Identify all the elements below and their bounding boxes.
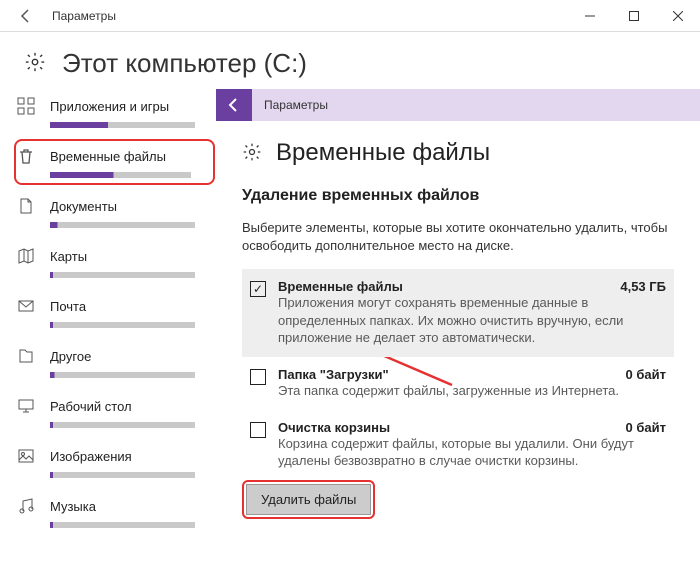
option-size: 4,53 ГБ bbox=[620, 279, 666, 294]
gear-icon bbox=[242, 142, 262, 165]
option-size: 0 байт bbox=[626, 367, 666, 382]
option-description: Корзина содержит файлы, которые вы удали… bbox=[278, 435, 666, 470]
usage-bar bbox=[50, 122, 195, 128]
titlebar: Параметры bbox=[0, 0, 700, 32]
sidebar-item-label: Почта bbox=[50, 299, 86, 314]
sidebar-item-label: Изображения bbox=[50, 449, 132, 464]
back-button[interactable] bbox=[10, 0, 42, 32]
usage-bar bbox=[50, 222, 195, 228]
usage-bar bbox=[50, 322, 195, 328]
option-title: Папка "Загрузки" bbox=[278, 367, 666, 382]
sidebar-item-apps[interactable]: Приложения и игры bbox=[16, 89, 215, 135]
content-pane: Параметры Временные файлы Удаление време… bbox=[215, 89, 700, 577]
highlight-delete: Удалить файлы bbox=[242, 480, 375, 519]
usage-bar bbox=[50, 272, 195, 278]
sidebar-item-label: Документы bbox=[50, 199, 117, 214]
sidebar-item-label: Другое bbox=[50, 349, 91, 364]
usage-bar bbox=[50, 422, 195, 428]
pane-description: Выберите элементы, которые вы хотите око… bbox=[242, 219, 674, 255]
trash-icon bbox=[16, 147, 36, 165]
option-description: Приложения могут сохранять временные дан… bbox=[278, 294, 666, 347]
pane-heading: Временные файлы bbox=[276, 139, 490, 167]
sidebar: Приложения и игры Временные файлы Документ… bbox=[0, 89, 215, 577]
checkbox[interactable] bbox=[250, 369, 266, 385]
minimize-button[interactable] bbox=[568, 0, 612, 32]
pane-subheading: Удаление временных файлов bbox=[242, 187, 674, 205]
page-header: Этот компьютер (C:) bbox=[0, 32, 700, 89]
option-row[interactable]: ✓ Временные файлы Приложения могут сохра… bbox=[242, 269, 674, 357]
usage-bar bbox=[50, 172, 191, 178]
window-title: Параметры bbox=[52, 9, 116, 23]
option-title: Временные файлы bbox=[278, 279, 666, 294]
usage-bar bbox=[50, 522, 195, 528]
sidebar-item-label: Музыка bbox=[50, 499, 96, 514]
pane-back-button[interactable] bbox=[216, 89, 252, 121]
sidebar-item-label: Временные файлы bbox=[50, 149, 166, 164]
option-title: Очистка корзины bbox=[278, 420, 666, 435]
gear-icon bbox=[24, 51, 46, 76]
checkbox[interactable]: ✓ bbox=[250, 281, 266, 297]
close-button[interactable] bbox=[656, 0, 700, 32]
option-row[interactable]: Очистка корзины Корзина содержит файлы, … bbox=[242, 410, 674, 480]
usage-bar bbox=[50, 472, 195, 478]
option-size: 0 байт bbox=[626, 420, 666, 435]
other-icon bbox=[16, 347, 36, 365]
delete-files-button[interactable]: Удалить файлы bbox=[246, 484, 371, 515]
page-title: Этот компьютер (C:) bbox=[62, 48, 307, 79]
sidebar-item-trash[interactable]: Временные файлы bbox=[14, 139, 215, 185]
sidebar-item-mail[interactable]: Почта bbox=[16, 289, 215, 335]
pane-title: Параметры bbox=[252, 98, 328, 112]
sidebar-item-music[interactable]: Музыка bbox=[16, 489, 215, 535]
checkbox[interactable] bbox=[250, 422, 266, 438]
music-icon bbox=[16, 497, 36, 515]
sidebar-item-label: Приложения и игры bbox=[50, 99, 169, 114]
sidebar-item-images[interactable]: Изображения bbox=[16, 439, 215, 485]
desktop-icon bbox=[16, 397, 36, 415]
sidebar-item-desktop[interactable]: Рабочий стол bbox=[16, 389, 215, 435]
sidebar-item-doc[interactable]: Документы bbox=[16, 189, 215, 235]
images-icon bbox=[16, 447, 36, 465]
usage-bar bbox=[50, 372, 195, 378]
sidebar-item-label: Рабочий стол bbox=[50, 399, 132, 414]
sidebar-item-other[interactable]: Другое bbox=[16, 339, 215, 385]
option-description: Эта папка содержит файлы, загруженные из… bbox=[278, 382, 666, 400]
sidebar-item-map[interactable]: Карты bbox=[16, 239, 215, 285]
sidebar-item-label: Карты bbox=[50, 249, 87, 264]
pane-header: Параметры bbox=[216, 89, 700, 121]
map-icon bbox=[16, 247, 36, 265]
doc-icon bbox=[16, 197, 36, 215]
apps-icon bbox=[16, 97, 36, 115]
maximize-button[interactable] bbox=[612, 0, 656, 32]
mail-icon bbox=[16, 297, 36, 315]
option-row[interactable]: Папка "Загрузки" Эта папка содержит файл… bbox=[242, 357, 674, 410]
